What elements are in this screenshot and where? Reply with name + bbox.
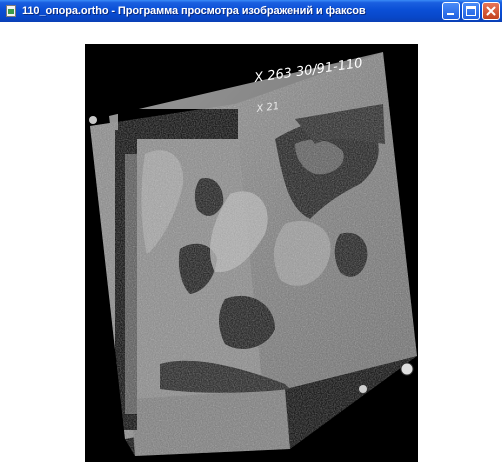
minimize-button[interactable] xyxy=(442,2,460,20)
image-viewer-area: X 263 30/91-110 X 21 xyxy=(0,22,502,467)
close-icon xyxy=(486,6,496,16)
minimize-icon xyxy=(447,13,454,15)
close-button[interactable] xyxy=(482,2,500,20)
maximize-button[interactable] xyxy=(462,2,480,20)
aerial-photo: X 263 30/91-110 X 21 xyxy=(89,52,417,456)
maximize-icon xyxy=(466,6,476,16)
image-canvas: X 263 30/91-110 X 21 xyxy=(85,44,418,462)
window-title: 110_опора.ortho - Программа просмотра из… xyxy=(22,5,366,17)
image-viewer-app-icon[interactable] xyxy=(4,4,18,18)
window-controls xyxy=(442,2,500,20)
title-bar[interactable]: 110_опора.ortho - Программа просмотра из… xyxy=(0,0,502,22)
